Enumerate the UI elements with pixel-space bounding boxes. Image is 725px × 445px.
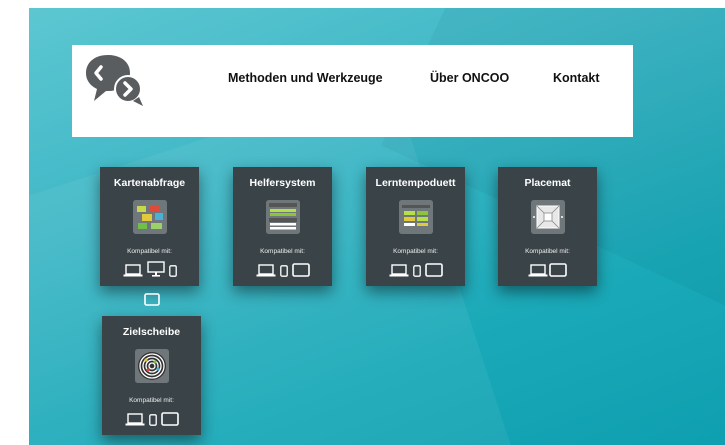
nav-ueber-oncoo[interactable]: Über ONCOO — [430, 71, 509, 85]
laptop-icon — [528, 264, 548, 277]
tool-card-zielscheibe[interactable]: Zielscheibe Kompatibel mit: — [102, 316, 201, 435]
device-list — [233, 261, 332, 277]
card-title: Zielscheibe — [122, 326, 181, 338]
tablet-icon — [160, 412, 179, 426]
tool-card-kartenabfrage[interactable]: Kartenabfrage Kompatibel mit: — [100, 167, 199, 286]
compat-label: Kompatibel mit: — [525, 248, 570, 255]
placemat-icon — [531, 200, 565, 234]
tablet-icon — [549, 263, 567, 277]
speech-bubbles-logo-icon[interactable] — [84, 51, 146, 109]
phone-icon — [168, 265, 177, 277]
tablet-icon — [424, 263, 443, 277]
card-title: Kartenabfrage — [113, 177, 186, 189]
card-title: Helfersystem — [249, 177, 316, 189]
laptop-icon — [125, 413, 145, 426]
device-list — [100, 261, 199, 277]
device-list — [366, 261, 465, 277]
tool-card-lerntempoduett[interactable]: Lerntempoduett Kompatibel mit: — [366, 167, 465, 286]
nav-methoden-und-werkzeuge[interactable]: Methoden und Werkzeuge — [228, 71, 383, 85]
site-header: Methoden und Werkzeuge Über ONCOO Kontak… — [72, 45, 633, 137]
card-title: Lerntempoduett — [375, 177, 456, 189]
card-title: Placemat — [524, 177, 571, 189]
device-list — [498, 261, 597, 277]
device-list — [102, 410, 201, 426]
phone-icon — [148, 414, 157, 426]
tablet-icon — [144, 293, 160, 306]
lerntempoduett-icon — [399, 200, 433, 234]
tool-card-helfersystem[interactable]: Helfersystem Kompatibel mit: — [233, 167, 332, 286]
compat-label: Kompatibel mit: — [393, 248, 438, 255]
kartenabfrage-icon — [133, 200, 167, 234]
compat-label: Kompatibel mit: — [129, 397, 174, 404]
compat-label: Kompatibel mit: — [127, 248, 172, 255]
laptop-icon — [389, 264, 409, 277]
laptop-icon — [256, 264, 276, 277]
phone-icon — [412, 265, 421, 277]
desktop-icon — [146, 261, 165, 277]
zielscheibe-icon — [135, 349, 169, 383]
helfersystem-icon — [266, 200, 300, 234]
compat-label: Kompatibel mit: — [260, 248, 305, 255]
phone-icon — [279, 265, 288, 277]
laptop-icon — [123, 264, 143, 277]
nav-kontakt[interactable]: Kontakt — [553, 71, 600, 85]
tool-card-placemat[interactable]: Placemat Kompatibel mit: — [498, 167, 597, 286]
tablet-icon — [291, 263, 310, 277]
